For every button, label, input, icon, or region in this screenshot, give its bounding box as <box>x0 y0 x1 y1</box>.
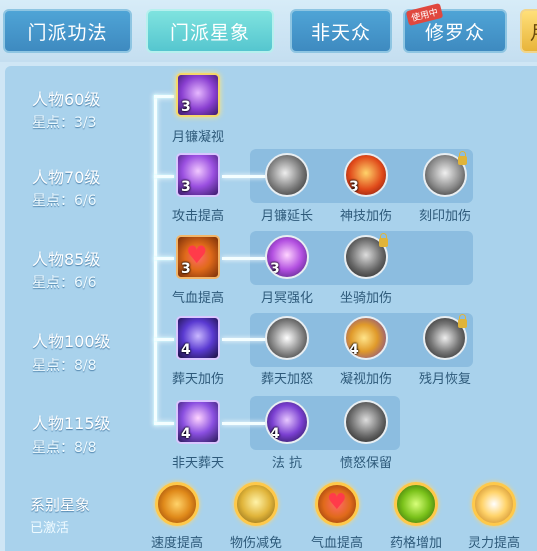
lock-icon <box>458 314 467 328</box>
speed-icon[interactable] <box>155 482 199 526</box>
tree-line <box>154 95 157 425</box>
node-label: 月镰凝视 <box>171 130 224 145</box>
moon-orb-icon[interactable]: 3 <box>265 235 309 279</box>
system-stars-status: 已激活 <box>30 521 70 536</box>
tab-label: 非天众 <box>310 21 371 44</box>
system-item-label: 药格增加 <box>389 536 442 551</box>
asura-icon[interactable]: 4 <box>176 400 220 444</box>
level-label: 人物115级 <box>32 414 111 433</box>
attack-up-icon[interactable]: 3 <box>176 153 220 197</box>
node-label: 残月恢复 <box>418 372 471 387</box>
tab-label: 修罗众 <box>424 21 485 44</box>
rage-icon[interactable] <box>265 316 309 360</box>
heart-icon[interactable]: ♥ 3 <box>176 235 220 279</box>
burial-icon[interactable]: 4 <box>176 316 220 360</box>
node-label: 月镰延长 <box>260 209 313 224</box>
tree-line <box>154 95 174 98</box>
level-label: 人物60级 <box>32 90 101 109</box>
tab-bar: 门派功法 门派星象 非天众 使用中 修罗众 月 <box>0 0 537 62</box>
demon-icon[interactable]: 4 <box>265 400 309 444</box>
node-count: 3 <box>181 99 191 115</box>
node-connector <box>222 257 266 260</box>
star-points: 星点：3/3 <box>32 115 97 131</box>
node-label: 月冥强化 <box>260 291 313 306</box>
node-label: 葬天加怒 <box>260 372 313 387</box>
node-count: 3 <box>181 179 191 195</box>
star-points: 星点：6/6 <box>32 275 97 291</box>
node-count: 3 <box>349 179 359 195</box>
node-label: 坐骑加伤 <box>339 291 392 306</box>
tab-xiuluozhong[interactable]: 使用中 修罗众 <box>403 2 507 53</box>
system-stars-title: 系别星象 <box>30 496 91 514</box>
tree-line <box>154 257 174 260</box>
node-count: 4 <box>349 342 359 358</box>
node-connector <box>222 338 266 341</box>
tab-label: 月 <box>530 18 537 45</box>
heart-glyph: ♥ <box>327 490 347 515</box>
node-label: 法 抗 <box>271 456 303 471</box>
defense-icon[interactable] <box>234 482 278 526</box>
tree-line <box>154 175 174 178</box>
node-label: 愤怒保留 <box>339 456 392 471</box>
star-points: 星点：8/8 <box>32 358 97 374</box>
tree-line <box>154 422 174 425</box>
node-label: 刻印加伤 <box>418 209 471 224</box>
node-label: 葬天加伤 <box>171 372 224 387</box>
node-count: 4 <box>181 342 191 358</box>
sickle-extend-icon[interactable] <box>265 153 309 197</box>
node-count: 3 <box>181 261 191 277</box>
divine-skill-icon[interactable]: 3 <box>344 153 388 197</box>
system-item-label: 灵力提高 <box>467 536 520 551</box>
level-label: 人物100级 <box>32 332 111 351</box>
system-item-label: 气血提高 <box>310 536 363 551</box>
star-panel <box>5 66 537 551</box>
sickle-gaze-icon[interactable]: 3 <box>176 73 220 117</box>
star-points: 星点：6/6 <box>32 193 97 209</box>
tab-feitianzhong[interactable]: 非天众 <box>290 9 392 53</box>
star-points: 星点：8/8 <box>32 440 97 456</box>
tree-line <box>154 338 174 341</box>
node-connector <box>222 422 266 425</box>
lock-icon <box>379 233 388 247</box>
node-label: 气血提高 <box>171 291 224 306</box>
tab-sect-skills[interactable]: 门派功法 <box>3 9 132 53</box>
node-count: 3 <box>270 261 280 277</box>
crescent-icon[interactable]: 4 <box>344 316 388 360</box>
tab-label: 门派星象 <box>169 21 250 44</box>
tab-moon[interactable]: 月 <box>520 9 537 53</box>
node-count: 4 <box>270 426 280 442</box>
tab-label: 门派功法 <box>27 21 108 44</box>
system-item-label: 物伤减免 <box>229 536 282 551</box>
level-label: 人物70级 <box>32 168 101 187</box>
spirit-icon[interactable] <box>472 482 516 526</box>
tab-sect-stars[interactable]: 门派星象 <box>146 9 274 53</box>
node-label: 非天葬天 <box>171 456 224 471</box>
lock-icon <box>458 151 467 165</box>
system-item-label: 速度提高 <box>150 536 203 551</box>
demon-mask-icon[interactable] <box>344 400 388 444</box>
level-label: 人物85级 <box>32 250 101 269</box>
node-connector <box>222 175 266 178</box>
node-label: 神技加伤 <box>339 209 392 224</box>
potion-icon[interactable] <box>394 482 438 526</box>
heart-icon[interactable]: ♥ <box>315 482 359 526</box>
node-label: 攻击提高 <box>171 209 224 224</box>
node-count: 4 <box>181 426 191 442</box>
node-label: 凝视加伤 <box>339 372 392 387</box>
